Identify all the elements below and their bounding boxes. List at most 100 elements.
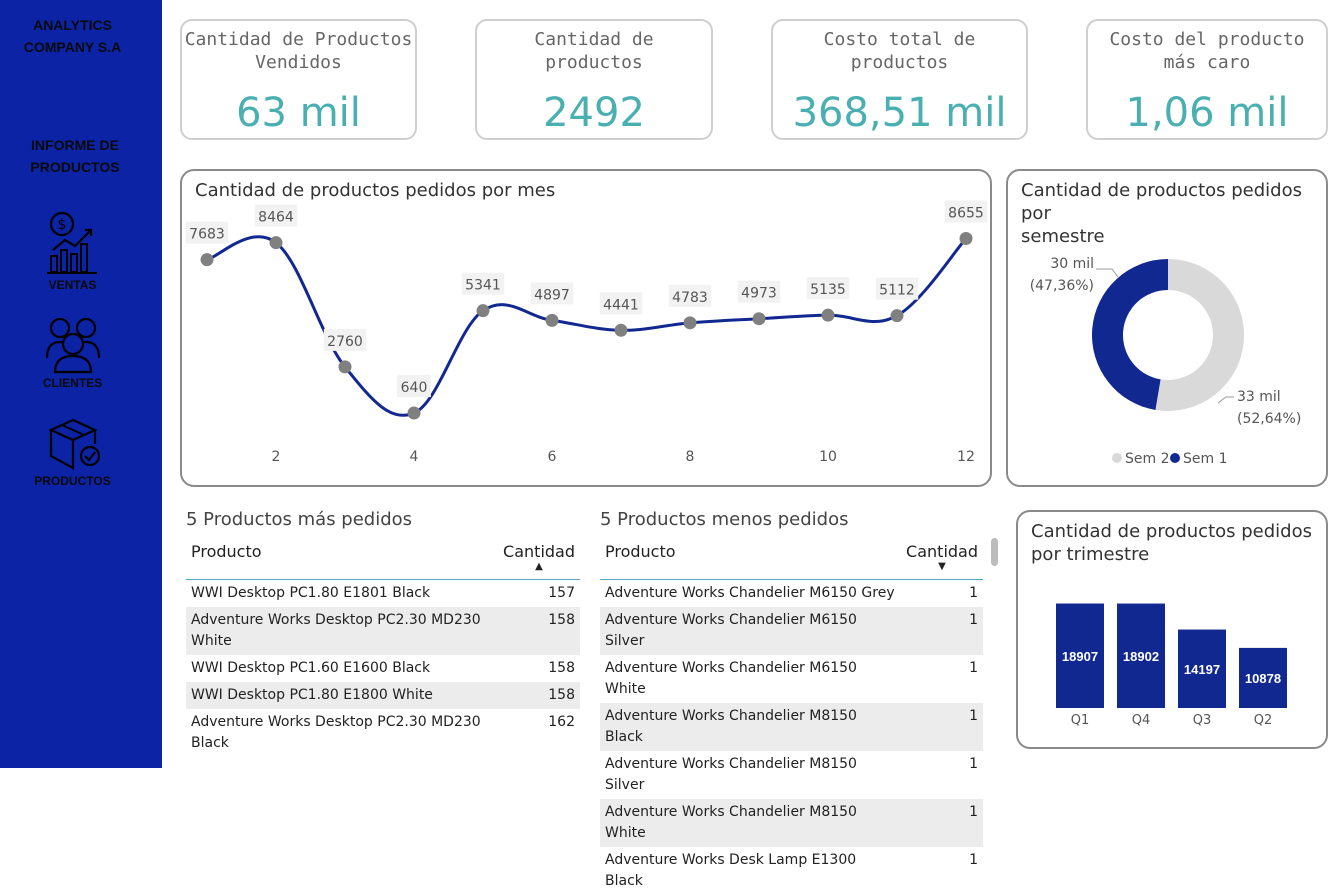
col-qty[interactable]: Cantidad ▲ bbox=[498, 540, 580, 580]
bar-value-label: 18902 bbox=[1123, 649, 1159, 664]
report-line-1: INFORME DE bbox=[0, 134, 150, 156]
x-tick-label: 2 bbox=[272, 449, 281, 465]
data-label: 4441 bbox=[603, 297, 639, 313]
donut-slice-sem1 bbox=[1092, 259, 1168, 410]
data-label: 5112 bbox=[879, 283, 915, 299]
company-line-2: COMPANY S.A bbox=[0, 36, 145, 58]
col-qty[interactable]: Cantidad ▼ bbox=[901, 540, 983, 580]
bottom5-title: 5 Productos menos pedidos bbox=[600, 509, 849, 530]
top5-title: 5 Productos más pedidos bbox=[186, 509, 412, 530]
slice-value-sem1: 30 mil bbox=[1050, 256, 1094, 272]
legend-label: Sem 1 bbox=[1183, 451, 1228, 467]
data-label: 4973 bbox=[741, 286, 777, 302]
table-header: Producto Cantidad ▲ bbox=[186, 540, 580, 580]
kpi-title: Cantidad de productos bbox=[477, 21, 711, 74]
nav-ventas[interactable]: $ VENTAS bbox=[0, 210, 145, 292]
sort-desc-icon: ▼ bbox=[906, 563, 978, 571]
table-row[interactable]: Adventure Works Chandelier M6150 Silver1 bbox=[600, 607, 983, 655]
category-label: Q1 bbox=[1071, 713, 1090, 728]
semester-donut-chart: 30 mil(47,36%)33 mil(52,64%)Sem 2Sem 1 bbox=[1008, 171, 1326, 485]
kpi-value: 1,06 mil bbox=[1088, 90, 1326, 136]
kpi-value: 2492 bbox=[477, 90, 711, 136]
table-row[interactable]: Adventure Works Chandelier M8150 White1 bbox=[600, 799, 983, 847]
cell-qty: 162 bbox=[498, 709, 580, 757]
cell-qty: 1 bbox=[901, 580, 983, 608]
donut-slice-sem2 bbox=[1155, 259, 1244, 411]
svg-text:$: $ bbox=[57, 217, 66, 233]
cell-qty: 1 bbox=[901, 799, 983, 847]
company-line-1: ANALYTICS bbox=[0, 14, 145, 36]
data-point bbox=[408, 407, 421, 420]
col-qty-label: Cantidad bbox=[503, 542, 575, 561]
data-point bbox=[615, 324, 628, 337]
monthly-line-chart: 7683846427606405341489744414783497351355… bbox=[182, 171, 990, 485]
nav-productos[interactable]: PRODUCTOS bbox=[0, 414, 145, 488]
table-row[interactable]: Adventure Works Chandelier M6150 White1 bbox=[600, 655, 983, 703]
table-row[interactable]: Adventure Works Desktop PC2.30 MD230 Whi… bbox=[186, 607, 580, 655]
table-row[interactable]: WWI Desktop PC1.60 E1600 Black158 bbox=[186, 655, 580, 682]
x-tick-label: 12 bbox=[957, 449, 975, 465]
table-row[interactable]: WWI Desktop PC1.80 E1800 White158 bbox=[186, 682, 580, 709]
cell-qty: 158 bbox=[498, 655, 580, 682]
data-point bbox=[891, 309, 904, 322]
cell-product: Adventure Works Chandelier M8150 White bbox=[600, 799, 901, 847]
company-name: ANALYTICS COMPANY S.A bbox=[0, 14, 145, 58]
cell-qty: 158 bbox=[498, 682, 580, 709]
cell-product: WWI Desktop PC1.80 E1800 White bbox=[186, 682, 498, 709]
data-label: 5135 bbox=[810, 282, 846, 298]
cell-product: Adventure Works Chandelier M6150 Grey bbox=[600, 580, 901, 608]
nav-ventas-label: VENTAS bbox=[0, 278, 145, 292]
cell-product: Adventure Works Desk Lamp E1300 Black bbox=[600, 847, 901, 895]
monthly-chart-panel: Cantidad de productos pedidos por mes 76… bbox=[180, 169, 992, 487]
top5-body: WWI Desktop PC1.80 E1801 Black157Adventu… bbox=[186, 580, 580, 758]
slice-pct-sem1: (47,36%) bbox=[1030, 278, 1094, 294]
data-label: 7683 bbox=[189, 227, 225, 243]
col-product[interactable]: Producto bbox=[600, 540, 901, 580]
data-point bbox=[270, 236, 283, 249]
report-title: INFORME DE PRODUCTOS bbox=[0, 134, 150, 178]
nav-productos-label: PRODUCTOS bbox=[0, 474, 145, 488]
data-point bbox=[339, 360, 352, 373]
data-point bbox=[822, 309, 835, 322]
cell-qty: 1 bbox=[901, 847, 983, 895]
top5-table: Producto Cantidad ▲ WWI Desktop PC1.80 E… bbox=[186, 540, 580, 757]
quarter-chart-panel: Cantidad de productos pedidos por trimes… bbox=[1016, 510, 1328, 749]
data-point bbox=[201, 253, 214, 266]
bar-value-label: 18907 bbox=[1062, 649, 1098, 664]
cell-qty: 1 bbox=[901, 751, 983, 799]
table-row[interactable]: WWI Desktop PC1.80 E1801 Black157 bbox=[186, 580, 580, 608]
data-point bbox=[960, 232, 973, 245]
table-row[interactable]: Adventure Works Chandelier M8150 Black1 bbox=[600, 703, 983, 751]
table-header: Producto Cantidad ▼ bbox=[600, 540, 983, 580]
kpi-title: Costo del producto más caro bbox=[1088, 21, 1326, 74]
sidebar: ANALYTICS COMPANY S.A INFORME DE PRODUCT… bbox=[0, 0, 162, 768]
sort-asc-icon: ▲ bbox=[503, 563, 575, 571]
data-point bbox=[684, 316, 697, 329]
data-label: 4897 bbox=[534, 287, 570, 303]
leader-line-sem2 bbox=[1218, 397, 1234, 403]
bar-value-label: 10878 bbox=[1245, 671, 1281, 686]
table-row[interactable]: Adventure Works Chandelier M8150 Silver1 bbox=[600, 751, 983, 799]
cell-product: Adventure Works Desktop PC2.30 MD230 Whi… bbox=[186, 607, 498, 655]
cell-product: Adventure Works Chandelier M6150 Silver bbox=[600, 607, 901, 655]
table-row[interactable]: Adventure Works Chandelier M6150 Grey1 bbox=[600, 580, 983, 608]
data-label: 5341 bbox=[465, 278, 501, 294]
table-scrollbar[interactable] bbox=[991, 538, 998, 566]
table-row[interactable]: Adventure Works Desktop PC2.30 MD230 Bla… bbox=[186, 709, 580, 757]
col-product[interactable]: Producto bbox=[186, 540, 498, 580]
kpi-card-max-cost: Costo del producto más caro 1,06 mil bbox=[1086, 19, 1328, 140]
cell-product: Adventure Works Chandelier M8150 Black bbox=[600, 703, 901, 751]
data-point bbox=[546, 314, 559, 327]
quarter-bar-chart: 18907Q118902Q414197Q310878Q2 bbox=[1018, 512, 1326, 747]
category-label: Q2 bbox=[1254, 713, 1273, 728]
cell-qty: 1 bbox=[901, 703, 983, 751]
bottom5-body: Adventure Works Chandelier M6150 Grey1Ad… bbox=[600, 580, 983, 895]
product-box-icon bbox=[43, 414, 103, 472]
table-row[interactable]: Adventure Works Desk Lamp E1300 Black1 bbox=[600, 847, 983, 895]
series-line bbox=[207, 237, 966, 416]
kpi-card-total-cost: Costo total de productos 368,51 mil bbox=[771, 19, 1028, 140]
kpi-value: 63 mil bbox=[182, 90, 415, 136]
cell-qty: 158 bbox=[498, 607, 580, 655]
nav-clientes[interactable]: CLIENTES bbox=[0, 314, 145, 390]
cell-product: Adventure Works Desktop PC2.30 MD230 Bla… bbox=[186, 709, 498, 757]
